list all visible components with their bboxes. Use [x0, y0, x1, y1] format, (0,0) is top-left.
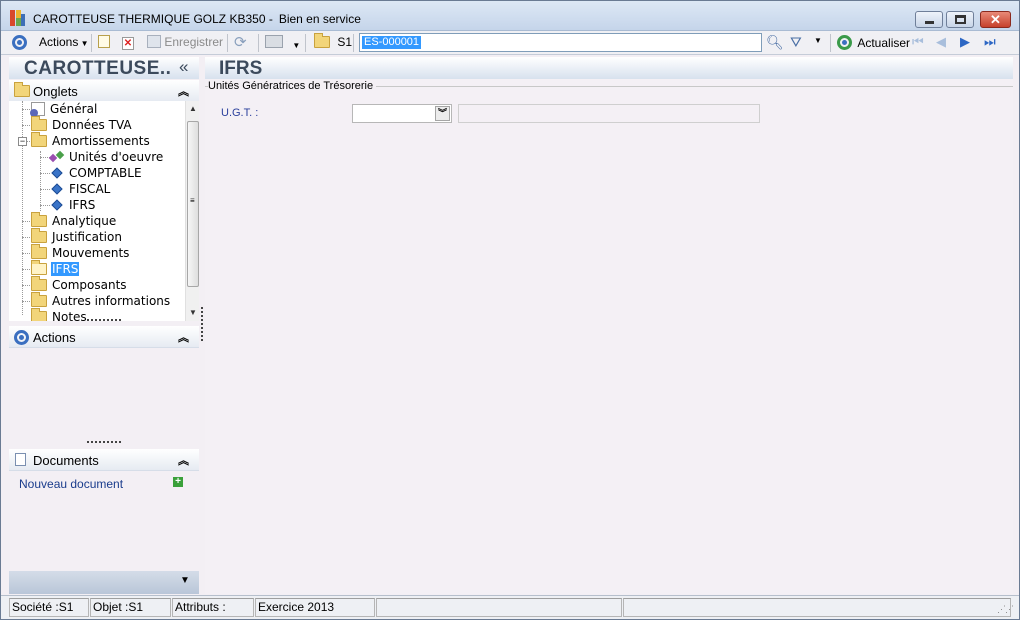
tree-item-autres-informations[interactable]: Autres informations: [31, 292, 171, 309]
folder-icon: [314, 33, 330, 48]
double-chevron-down-icon[interactable]: ︾: [435, 106, 450, 121]
content-header: IFRS: [205, 57, 1013, 79]
collapse-chevron-icon[interactable]: ︽: [178, 452, 189, 468]
scroll-thumb[interactable]: ≡: [187, 121, 199, 287]
splitter-grip[interactable]: [87, 441, 121, 444]
folder-icon: [31, 276, 47, 291]
left-panel: CAROTTEUSE.. « Onglets ︽ − Général Donné…: [9, 57, 199, 594]
folder-icon: [31, 116, 47, 131]
document-icon: [15, 453, 26, 466]
tree-item-justification[interactable]: Justification: [31, 228, 123, 245]
status-object: Objet :S1: [90, 598, 171, 617]
print-icon[interactable]: ▼: [265, 35, 300, 52]
tree-item-composants[interactable]: Composants: [31, 276, 128, 293]
group-label: Unités Génératrices de Trésorerie: [208, 80, 377, 92]
delete-icon[interactable]: ✕: [122, 35, 134, 52]
refresh-cycle-icon[interactable]: ⟳: [234, 33, 247, 51]
scroll-down-icon[interactable]: ▼: [189, 308, 197, 317]
status-empty-2: [623, 598, 1011, 617]
collapse-chevron-icon[interactable]: ︽: [178, 83, 189, 99]
window-title: CAROTTEUSE THERMIQUE GOLZ KB350 - Bien en…: [33, 12, 361, 26]
folder-icon: [31, 132, 47, 147]
tree-item-analytique[interactable]: Analytique: [31, 212, 117, 229]
previous-record-icon[interactable]: ◀: [936, 34, 946, 51]
refresh-button[interactable]: Actualiser: [837, 35, 910, 52]
expand-down-icon[interactable]: ▼: [180, 575, 190, 586]
maximize-button[interactable]: [946, 11, 974, 28]
diamond-icon: [51, 199, 63, 211]
tree-scrollbar[interactable]: ▲ ≡ ▼: [185, 101, 199, 321]
close-button[interactable]: ✕: [980, 11, 1011, 28]
actions-menu-button[interactable]: Actions ▼: [39, 35, 89, 52]
app-icon: [10, 10, 26, 26]
tabs-tree: − Général Données TVA Amortissements Uni…: [9, 101, 185, 321]
status-bar: Société :S1 Objet :S1 Attributs : Exerci…: [1, 595, 1019, 619]
title-bar: CAROTTEUSE THERMIQUE GOLZ KB350 - Bien en…: [1, 1, 1019, 31]
folder-icon: [31, 292, 47, 307]
minimize-button[interactable]: [915, 11, 943, 28]
new-document-link[interactable]: Nouveau document: [19, 477, 123, 491]
status-attributes: Attributs :: [172, 598, 254, 617]
tree-item-ifrs-sub[interactable]: IFRS: [50, 197, 96, 213]
units-icon: [48, 150, 65, 163]
gear-document-icon: [30, 102, 45, 117]
documents-section-header[interactable]: Documents ︽: [9, 449, 199, 471]
tree-item-fiscal[interactable]: FISCAL: [50, 181, 111, 197]
new-icon[interactable]: [98, 35, 110, 52]
left-panel-header: CAROTTEUSE.. «: [9, 57, 199, 79]
next-record-icon[interactable]: ▶: [960, 34, 970, 51]
search-icon[interactable]: 🔍︎: [766, 34, 784, 51]
left-panel-footer: ▼: [9, 571, 199, 594]
tree-item-ifrs[interactable]: IFRS: [31, 260, 80, 277]
folder-icon: [31, 228, 47, 243]
nav-ring-icon[interactable]: [12, 35, 27, 52]
record-search-input[interactable]: ES-000001: [359, 33, 762, 52]
filter-icon[interactable]: ⛛: [790, 34, 802, 51]
company-button[interactable]: S1: [314, 33, 352, 52]
diamond-icon: [51, 183, 63, 195]
status-company: Société :S1: [9, 598, 89, 617]
diamond-icon: [51, 167, 63, 179]
add-document-icon[interactable]: +: [173, 477, 183, 487]
splitter-grip[interactable]: [87, 319, 121, 322]
folder-icon: [14, 82, 30, 97]
vertical-splitter-grip[interactable]: [201, 307, 203, 341]
tree-item-mouvements[interactable]: Mouvements: [31, 244, 130, 261]
tree-item-donnees-tva[interactable]: Données TVA: [31, 116, 133, 133]
collapse-chevron-icon[interactable]: ︽: [178, 329, 189, 345]
tree-item-notes[interactable]: Notes: [31, 308, 88, 321]
ugt-combobox[interactable]: ︾: [352, 104, 452, 123]
tree-item-comptable[interactable]: COMPTABLE: [50, 165, 143, 181]
save-button[interactable]: Enregistrer: [147, 35, 223, 52]
content-area: IFRS Unités Génératrices de Trésorerie U…: [205, 57, 1013, 594]
tree-item-unites-oeuvre[interactable]: Unités d'oeuvre: [48, 149, 164, 165]
actions-section-header[interactable]: Actions ︽: [9, 326, 199, 348]
page-title: IFRS: [219, 58, 263, 79]
ugt-description-field: [458, 104, 760, 123]
ugt-label: U.G.T. :: [221, 107, 259, 119]
folder-icon: [31, 212, 47, 227]
first-record-icon[interactable]: ⏮: [912, 34, 924, 51]
status-fiscal-year: Exercice 2013: [255, 598, 375, 617]
refresh-icon: [837, 35, 852, 50]
save-icon: [147, 35, 161, 48]
folder-icon: [31, 308, 47, 321]
tree-item-amortissements[interactable]: Amortissements: [31, 132, 151, 149]
scroll-up-icon[interactable]: ▲: [189, 104, 197, 113]
open-folder-icon: [31, 260, 47, 275]
resize-grip-icon[interactable]: ⋰⋰: [997, 604, 1014, 615]
tabs-section-header[interactable]: Onglets ︽: [9, 80, 199, 102]
folder-icon: [31, 244, 47, 259]
filter-dropdown-icon[interactable]: ▼: [814, 36, 822, 53]
tree-item-general[interactable]: Général: [30, 101, 98, 117]
actions-ring-icon: [14, 330, 29, 345]
main-window: CAROTTEUSE THERMIQUE GOLZ KB350 - Bien en…: [0, 0, 1020, 620]
tree-collapse-toggle[interactable]: −: [18, 137, 27, 146]
print-dropdown-icon[interactable]: ▼: [292, 41, 300, 50]
last-record-icon[interactable]: ⏭: [984, 34, 996, 51]
status-empty-1: [376, 598, 622, 617]
collapse-panel-icon[interactable]: «: [179, 57, 188, 77]
